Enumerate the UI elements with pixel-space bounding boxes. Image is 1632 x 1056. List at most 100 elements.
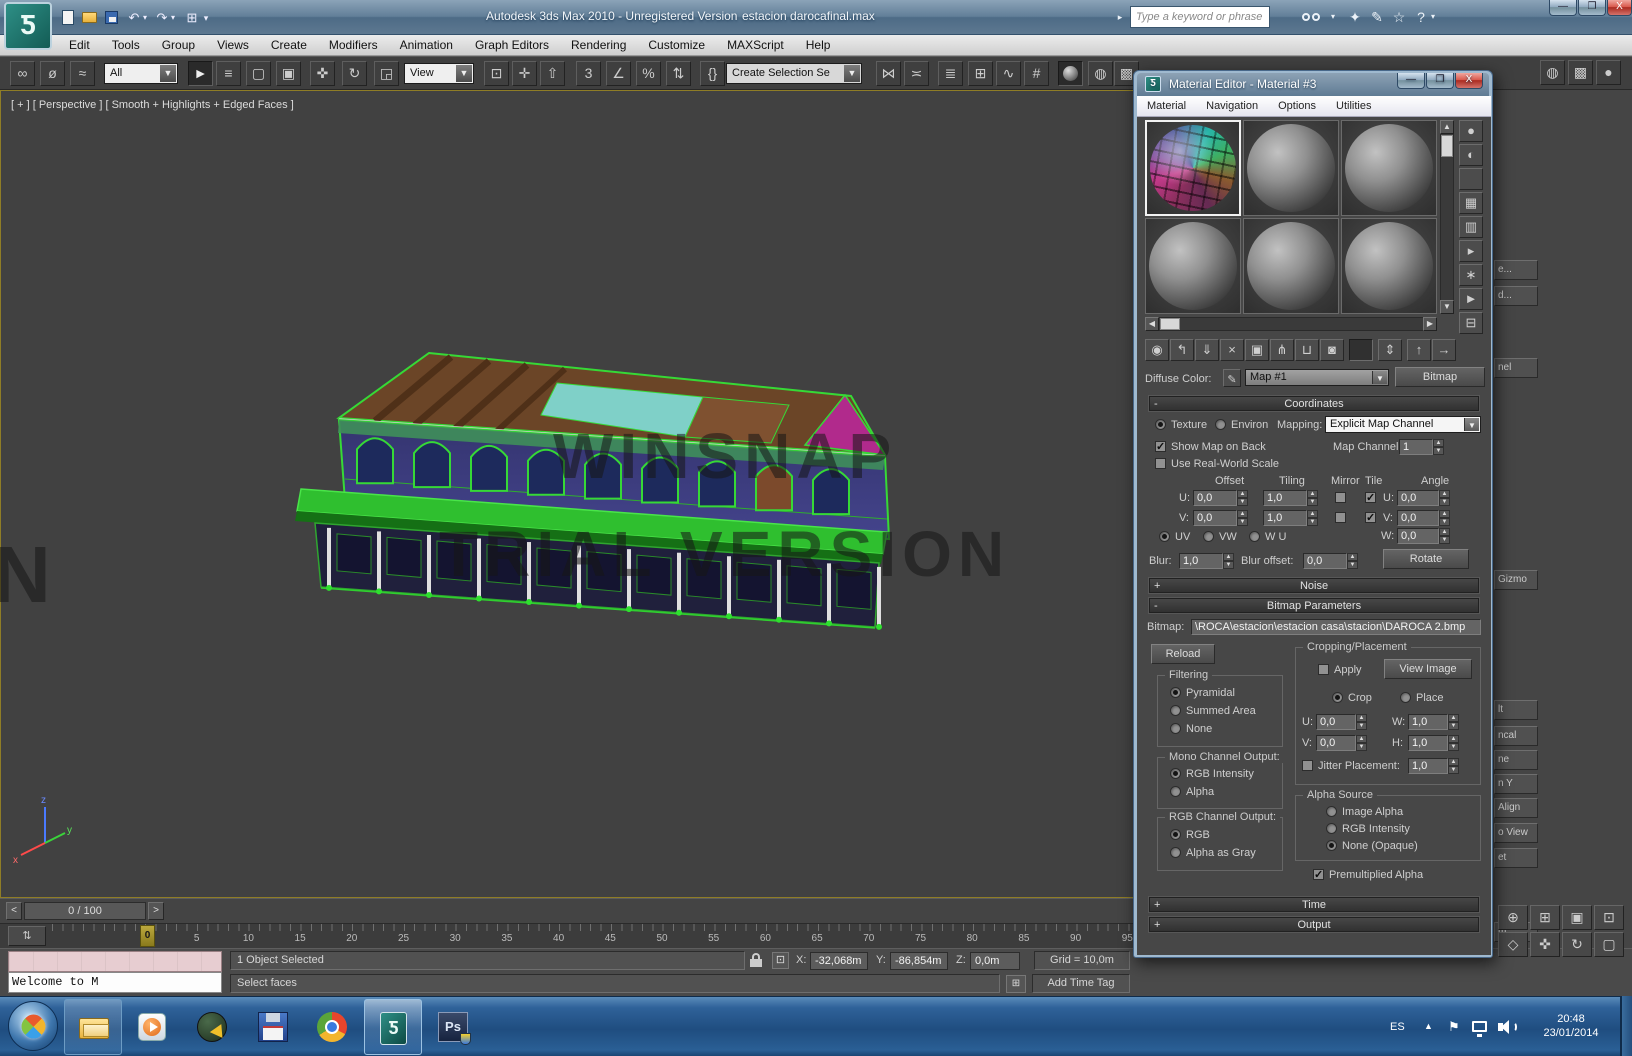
menu-customize[interactable]: Customize <box>637 36 716 54</box>
rectangular-selection-region-icon[interactable]: ▢ <box>246 61 271 86</box>
menu-maxscript[interactable]: MAXScript <box>716 36 795 54</box>
material-sample-slot[interactable] <box>1341 218 1437 314</box>
unlink-selection-icon[interactable]: ø <box>40 61 65 86</box>
next-frame-button[interactable]: > <box>148 902 164 920</box>
menu-edit[interactable]: Edit <box>58 36 101 54</box>
quick-access-overflow-icon[interactable]: ▾ <box>200 8 212 28</box>
field-of-view-icon[interactable]: ◇ <box>1498 932 1528 957</box>
background-icon[interactable] <box>1459 168 1483 190</box>
tile-v-checkbox[interactable] <box>1365 512 1376 523</box>
menu-group[interactable]: Group <box>151 36 206 54</box>
named-selection-sets-icon[interactable]: {} <box>700 61 725 86</box>
tiling-u-spinner[interactable]: ▲▼ <box>1307 490 1318 506</box>
menu-options[interactable]: Options <box>1268 98 1326 114</box>
mapping-dropdown[interactable]: Explicit Map Channel▼ <box>1325 416 1481 433</box>
network-icon[interactable] <box>1472 1021 1487 1032</box>
get-material-icon[interactable]: ◉ <box>1145 339 1169 361</box>
time-slider[interactable]: 0 <box>140 925 155 947</box>
reload-button[interactable]: Reload <box>1151 644 1215 664</box>
zoom-icon[interactable]: ⊕ <box>1498 905 1528 930</box>
search-input[interactable] <box>1130 6 1270 28</box>
blur-spinner[interactable]: ▲▼ <box>1223 553 1234 569</box>
material-editor-titlebar[interactable]: Ƽ Material Editor - Material #3 — ❐ X <box>1137 73 1489 96</box>
angle-v-field[interactable]: 0,0 <box>1397 510 1439 526</box>
backlight-icon[interactable]: ◐ <box>1459 144 1483 166</box>
jitter-field[interactable]: 1,0 <box>1408 758 1448 774</box>
show-end-result-icon[interactable]: ⇕ <box>1378 339 1402 361</box>
coordinates-rollout[interactable]: -Coordinates <box>1149 396 1479 411</box>
command-panel-fragment[interactable]: Align <box>1494 798 1538 818</box>
menu-rendering[interactable]: Rendering <box>560 36 637 54</box>
scroll-down-icon[interactable]: ▼ <box>1440 300 1454 314</box>
me-minimize-button[interactable]: — <box>1397 73 1425 89</box>
show-map-in-viewport-icon[interactable] <box>1349 339 1373 361</box>
material-map-navigator-icon[interactable]: ⊟ <box>1459 312 1483 334</box>
add-time-tag[interactable]: Add Time Tag <box>1032 974 1130 993</box>
select-and-link-icon[interactable]: ∞ <box>10 61 35 86</box>
scroll-up-icon[interactable]: ▲ <box>1440 120 1454 134</box>
offset-v-field[interactable]: 0,0 <box>1193 510 1237 526</box>
named-selection-set-dropdown[interactable]: Create Selection Se▼ <box>726 63 862 84</box>
menu-modifiers[interactable]: Modifiers <box>318 36 389 54</box>
dropdown-arrow-icon[interactable]: ▼ <box>844 65 860 82</box>
crop-h-spinner[interactable]: ▲▼ <box>1448 735 1459 751</box>
make-material-copy-icon[interactable]: ▣ <box>1245 339 1269 361</box>
mirror-icon[interactable]: ⋈ <box>876 61 901 86</box>
favorites-star-icon[interactable]: ☆ <box>1388 7 1410 27</box>
select-and-move-icon[interactable]: ✜ <box>310 61 335 86</box>
jitter-spinner[interactable]: ▲▼ <box>1448 758 1459 774</box>
select-and-rotate-icon[interactable]: ↻ <box>342 61 367 86</box>
crop-u-field[interactable]: 0,0 <box>1316 714 1356 730</box>
pan-icon[interactable]: ✜ <box>1530 932 1560 957</box>
dropdown-arrow-icon[interactable]: ▼ <box>160 65 176 82</box>
dropdown-arrow-icon[interactable]: ▼ <box>456 65 472 82</box>
view-image-button[interactable]: View Image <box>1384 659 1472 679</box>
output-rollout[interactable]: +Output <box>1149 917 1479 932</box>
building-model[interactable]: z x y <box>1 91 1134 897</box>
material-sample-slot[interactable] <box>1145 120 1241 216</box>
window-crossing-icon[interactable]: ▣ <box>276 61 301 86</box>
crop-u-spinner[interactable]: ▲▼ <box>1356 714 1367 730</box>
crop-v-spinner[interactable]: ▲▼ <box>1356 735 1367 751</box>
layer-manager-icon[interactable]: ≣ <box>938 61 963 86</box>
offset-u-spinner[interactable]: ▲▼ <box>1237 490 1248 506</box>
bind-to-space-warp-icon[interactable]: ≈ <box>70 61 95 86</box>
crop-w-spinner[interactable]: ▲▼ <box>1448 714 1459 730</box>
dropdown-arrow-icon[interactable]: ▼ <box>1464 418 1479 431</box>
zoom-extents-icon[interactable]: ▣ <box>1562 905 1592 930</box>
help-dropdown-icon[interactable]: ▾ <box>1428 7 1438 27</box>
scroll-right-icon[interactable]: ▶ <box>1423 317 1437 331</box>
rgb-radio[interactable] <box>1170 829 1181 840</box>
maximize-viewport-icon[interactable]: ▢ <box>1594 932 1624 957</box>
make-preview-icon[interactable]: ▸ <box>1459 240 1483 262</box>
rendered-frame-corner-icon[interactable]: ▩ <box>1568 60 1593 85</box>
uv-radio[interactable] <box>1159 531 1170 542</box>
blur-offset-field[interactable]: 0,0 <box>1303 553 1347 569</box>
select-by-name-icon[interactable]: ≡ <box>216 61 241 86</box>
start-button[interactable] <box>8 1001 58 1051</box>
menu-animation[interactable]: Animation <box>389 36 464 54</box>
filter-none-radio[interactable] <box>1170 723 1181 734</box>
command-panel-fragment[interactable]: lt <box>1494 700 1538 720</box>
pyramidal-radio[interactable] <box>1170 687 1181 698</box>
orbit-icon[interactable]: ↻ <box>1562 932 1592 957</box>
eyedropper-icon[interactable]: ✎ <box>1223 369 1241 387</box>
minimize-button[interactable]: — <box>1549 0 1577 16</box>
crop-h-field[interactable]: 1,0 <box>1408 735 1448 751</box>
menu-navigation[interactable]: Navigation <box>1196 98 1268 114</box>
map-slot-dropdown[interactable]: Map #1▼ <box>1245 369 1389 386</box>
restore-button[interactable]: ❐ <box>1578 0 1606 16</box>
spinner-snap-icon[interactable]: ⇅ <box>666 61 691 86</box>
menu-views[interactable]: Views <box>206 36 260 54</box>
new-file-button[interactable] <box>58 8 78 28</box>
crop-v-field[interactable]: 0,0 <box>1316 735 1356 751</box>
sample-hscrollbar[interactable] <box>1145 317 1437 331</box>
assign-material-to-selection-icon[interactable]: ⇓ <box>1195 339 1219 361</box>
render-production-corner-icon[interactable]: ● <box>1596 60 1621 85</box>
rotate-button[interactable]: Rotate <box>1383 549 1469 569</box>
close-button[interactable]: X <box>1607 0 1632 16</box>
material-sample-slot[interactable] <box>1243 120 1339 216</box>
infocenter-expand-icon[interactable]: ▸ <box>1114 7 1126 27</box>
vscroll-thumb[interactable] <box>1441 135 1453 157</box>
x-coordinate-field[interactable]: -32,068m <box>810 952 868 970</box>
